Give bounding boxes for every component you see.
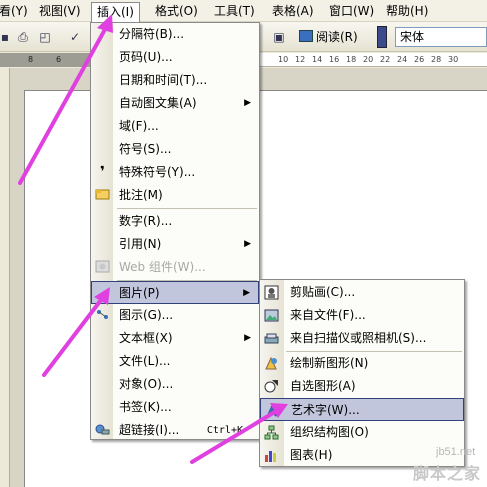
menu-item-break[interactable]: 分隔符(B)...: [91, 23, 259, 46]
menu-item-comment[interactable]: 批注(M): [91, 184, 259, 207]
menu-item-org-chart[interactable]: 组织结构图(O): [260, 421, 464, 444]
menu-item-page-numbers[interactable]: 页码(U)...: [91, 46, 259, 69]
menu-item-autoshapes[interactable]: 自选图形(A): [260, 375, 464, 398]
menu-item-bookmark[interactable]: 书签(K)...: [91, 396, 259, 419]
menu-item-hyperlink[interactable]: 超链接(I)... Ctrl+K: [91, 419, 259, 442]
ruler-tick: 20: [363, 55, 374, 64]
ruler-tick: 12: [295, 55, 306, 64]
menu-help[interactable]: 帮助(H): [381, 2, 433, 20]
wordart-icon: [265, 403, 280, 418]
read-button[interactable]: 阅读(R): [295, 27, 362, 47]
menu-format[interactable]: 格式(O): [150, 2, 203, 20]
menu-item-autotext[interactable]: 自动图文集(A) ▶: [91, 92, 259, 115]
print-icon[interactable]: ⎙: [14, 28, 32, 46]
picture-submenu: 剪贴画(C)... 来自文件(F)... 来自扫描仪或照相机(S)... 绘制新…: [259, 279, 465, 467]
menu-item-clip-art[interactable]: 剪贴画(C)...: [260, 281, 464, 304]
toolbar-options-icon[interactable]: [377, 26, 387, 48]
read-icon: [299, 30, 313, 42]
ruler-tick: 30: [448, 55, 459, 64]
menu-tools[interactable]: 工具(T): [209, 2, 260, 20]
menu-view[interactable]: 视图(V): [34, 2, 86, 20]
read-label: 阅读(R): [316, 30, 358, 44]
menu-item-from-scanner[interactable]: 来自扫描仪或照相机(S)...: [260, 327, 464, 350]
submenu-arrow-icon: ▶: [244, 98, 251, 108]
ruler-tick: 14: [312, 55, 323, 64]
watermark-site: jb51.net: [436, 446, 476, 458]
zoom-icon[interactable]: ▣: [270, 28, 288, 46]
submenu-arrow-icon: ▶: [244, 333, 251, 343]
web-component-icon: [95, 260, 110, 275]
menu-item-reference[interactable]: 引用(N) ▶: [91, 233, 259, 256]
ruler-tick: 24: [397, 55, 408, 64]
menu-item-symbol[interactable]: 符号(S)...: [91, 138, 259, 161]
submenu-arrow-icon: ▶: [243, 288, 250, 298]
diagram-icon: [95, 308, 110, 323]
menu-item-new-drawing[interactable]: 绘制新图形(N): [260, 352, 464, 375]
watermark-name: 脚本之家: [413, 464, 482, 483]
menu-item-file[interactable]: 文件(L)...: [91, 350, 259, 373]
ruler-tick: 22: [380, 55, 391, 64]
ruler-tick: 18: [346, 55, 357, 64]
menu-view-partial[interactable]: 看(Y): [0, 2, 33, 20]
menu-item-field[interactable]: 域(F)...: [91, 115, 259, 138]
menu-item-object[interactable]: 对象(O)...: [91, 373, 259, 396]
ruler-margin: [0, 53, 95, 67]
menu-item-from-file[interactable]: 来自文件(F)...: [260, 304, 464, 327]
menu-table[interactable]: 表格(A): [267, 2, 319, 20]
submenu-arrow-icon: ▶: [244, 239, 251, 249]
menu-item-diagram[interactable]: 图示(G)...: [91, 304, 259, 327]
insert-menu: 分隔符(B)... 页码(U)... 日期和时间(T)... 自动图文集(A) …: [90, 22, 260, 440]
menu-item-date-time[interactable]: 日期和时间(T)...: [91, 69, 259, 92]
ruler-tick: 10: [278, 55, 289, 64]
ruler-tick: 8: [28, 55, 34, 64]
new-drawing-icon: [264, 356, 279, 371]
vertical-ruler: [0, 68, 10, 487]
font-select[interactable]: 宋体: [395, 27, 487, 47]
ruler-tick: 28: [431, 55, 442, 64]
print-preview-icon[interactable]: ◰: [36, 28, 54, 46]
clip-art-icon: [264, 285, 279, 300]
menu-item-wordart[interactable]: 艺术字(W)...: [260, 398, 464, 421]
from-file-icon: [264, 308, 279, 323]
menu-item-number[interactable]: 数字(R)...: [91, 210, 259, 233]
menu-insert[interactable]: 插入(I): [91, 2, 140, 22]
ruler-tick: 26: [414, 55, 425, 64]
menu-item-special-symbol[interactable]: ❜ 特殊符号(Y)...: [91, 161, 259, 184]
menu-bar: 看(Y) 视图(V) 插入(I) 格式(O) 工具(T) 表格(A) 窗口(W)…: [0, 0, 487, 22]
menu-item-text-box[interactable]: 文本框(X) ▶: [91, 327, 259, 350]
scanner-icon: [264, 331, 279, 346]
hyperlink-icon: [95, 423, 110, 438]
special-symbol-icon: ❜: [100, 164, 105, 180]
autoshapes-icon: [264, 379, 279, 394]
menu-window[interactable]: 窗口(W): [324, 2, 379, 20]
spelling-icon[interactable]: ✓: [66, 28, 84, 46]
ruler-tick: 6: [56, 55, 62, 64]
chart-icon: [264, 448, 279, 463]
org-chart-icon: [264, 425, 279, 440]
ruler-tick: 16: [329, 55, 340, 64]
menu-item-web-component: Web 组件(W)...: [91, 256, 259, 279]
menu-item-picture[interactable]: 图片(P) ▶: [91, 281, 259, 304]
comment-icon: [95, 188, 110, 203]
save-icon[interactable]: ▪: [0, 28, 14, 46]
menu-separator: [117, 208, 257, 209]
